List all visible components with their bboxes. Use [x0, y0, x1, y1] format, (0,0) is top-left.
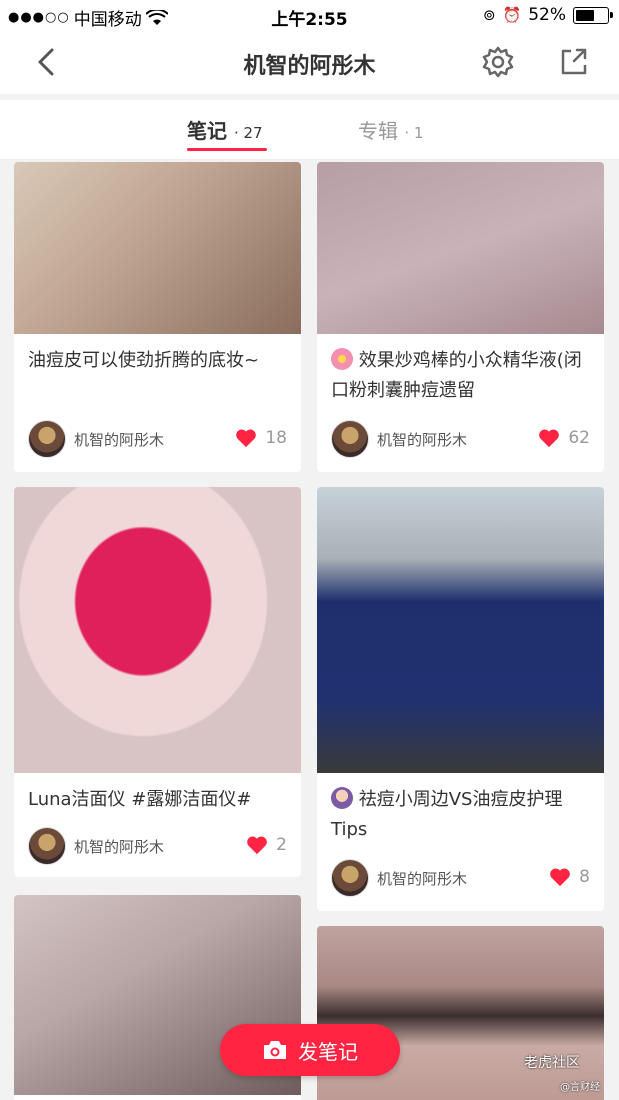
flower-icon [331, 348, 353, 370]
camera-icon [264, 1041, 286, 1059]
share-button[interactable] [555, 44, 591, 80]
note-cover-image[interactable] [14, 487, 301, 773]
rotation-lock-icon: ⊚ [482, 6, 496, 24]
note-title: Luna洁面仪 #露娜洁面仪# [28, 785, 287, 815]
note-author[interactable]: 机智的阿彤木 [331, 859, 467, 897]
tab-notes-label: 笔记 [187, 119, 227, 143]
like-button[interactable]: 18 [235, 428, 287, 448]
like-count: 2 [276, 835, 287, 855]
settings-button[interactable] [480, 44, 516, 80]
author-name: 机智的阿彤木 [74, 837, 165, 856]
tab-bar: 笔记 · 27 专辑 · 1 [0, 100, 619, 160]
heart-icon [539, 429, 560, 448]
like-button[interactable]: 2 [246, 835, 287, 855]
note-card[interactable]: Luna洁面仪 #露娜洁面仪# 机智的阿彤木 2 [14, 487, 301, 877]
note-author[interactable]: 机智的阿彤木 [28, 420, 164, 458]
note-title-text: 效果炒鸡棒的小众精华液(闭口粉刺囊肿痘遗留 [331, 350, 582, 401]
like-button[interactable]: 62 [538, 428, 590, 448]
tab-albums[interactable]: 专辑 · 1 [358, 115, 423, 144]
watermark-sub: @言财经 [560, 1082, 600, 1093]
note-title-text: Luna洁面仪 #露娜洁面仪# [28, 789, 252, 810]
note-title: 祛痘小周边VS油痘皮护理Tips [331, 785, 590, 845]
note-title-text: 祛痘小周边VS油痘皮护理Tips [331, 789, 563, 840]
like-count: 8 [579, 867, 590, 887]
heart-icon [550, 868, 570, 887]
like-count: 18 [265, 428, 287, 448]
gear-icon [482, 46, 514, 78]
post-note-label: 发笔记 [298, 1039, 358, 1064]
note-cover-image[interactable] [317, 487, 604, 773]
like-button[interactable]: 8 [549, 867, 590, 887]
note-title: 效果炒鸡棒的小众精华液(闭口粉刺囊肿痘遗留 [331, 346, 590, 406]
note-card[interactable]: 祛痘小周边VS油痘皮护理Tips 机智的阿彤木 8 [317, 487, 604, 911]
heart-icon [236, 429, 257, 448]
battery-percent: 52% [528, 5, 566, 25]
share-icon [561, 48, 587, 75]
note-cover-image[interactable] [14, 162, 301, 334]
note-title: 油痘皮可以使劲折腾的底妆~ [28, 350, 260, 371]
avatar [28, 827, 66, 865]
note-author[interactable]: 机智的阿彤木 [28, 827, 164, 865]
note-card[interactable]: 油痘皮可以使劲折腾的底妆~ 机智的阿彤木 18 [14, 162, 301, 472]
status-bar: ●●●○○ 中国移动 上午2:55 ⊚ ⏰ 52% [0, 0, 619, 32]
battery-icon [573, 6, 613, 24]
tab-albums-label: 专辑 [358, 119, 398, 143]
emoji-icon [331, 787, 353, 809]
alarm-icon: ⏰ [502, 6, 522, 24]
tab-active-indicator [187, 148, 267, 151]
tab-albums-count: · 1 [404, 124, 424, 142]
tab-notes[interactable]: 笔记 · 27 [187, 115, 263, 144]
note-author[interactable]: 机智的阿彤木 [331, 420, 467, 458]
nav-bar: 机智的阿彤木 [0, 32, 619, 94]
avatar [28, 420, 66, 458]
like-count: 62 [568, 428, 590, 448]
avatar [331, 420, 369, 458]
note-cover-image[interactable] [317, 162, 604, 334]
author-name: 机智的阿彤木 [74, 430, 165, 449]
page-title: 机智的阿彤木 [243, 54, 376, 79]
tab-notes-count: · 27 [233, 124, 263, 142]
post-note-button[interactable]: 发笔记 [220, 1024, 400, 1076]
note-card[interactable]: 效果炒鸡棒的小众精华液(闭口粉刺囊肿痘遗留 机智的阿彤木 62 [317, 162, 604, 472]
heart-icon [247, 836, 267, 855]
author-name: 机智的阿彤木 [377, 869, 468, 888]
watermark: 老虎社区 [524, 1055, 580, 1071]
avatar [331, 859, 369, 897]
author-name: 机智的阿彤木 [377, 430, 468, 449]
